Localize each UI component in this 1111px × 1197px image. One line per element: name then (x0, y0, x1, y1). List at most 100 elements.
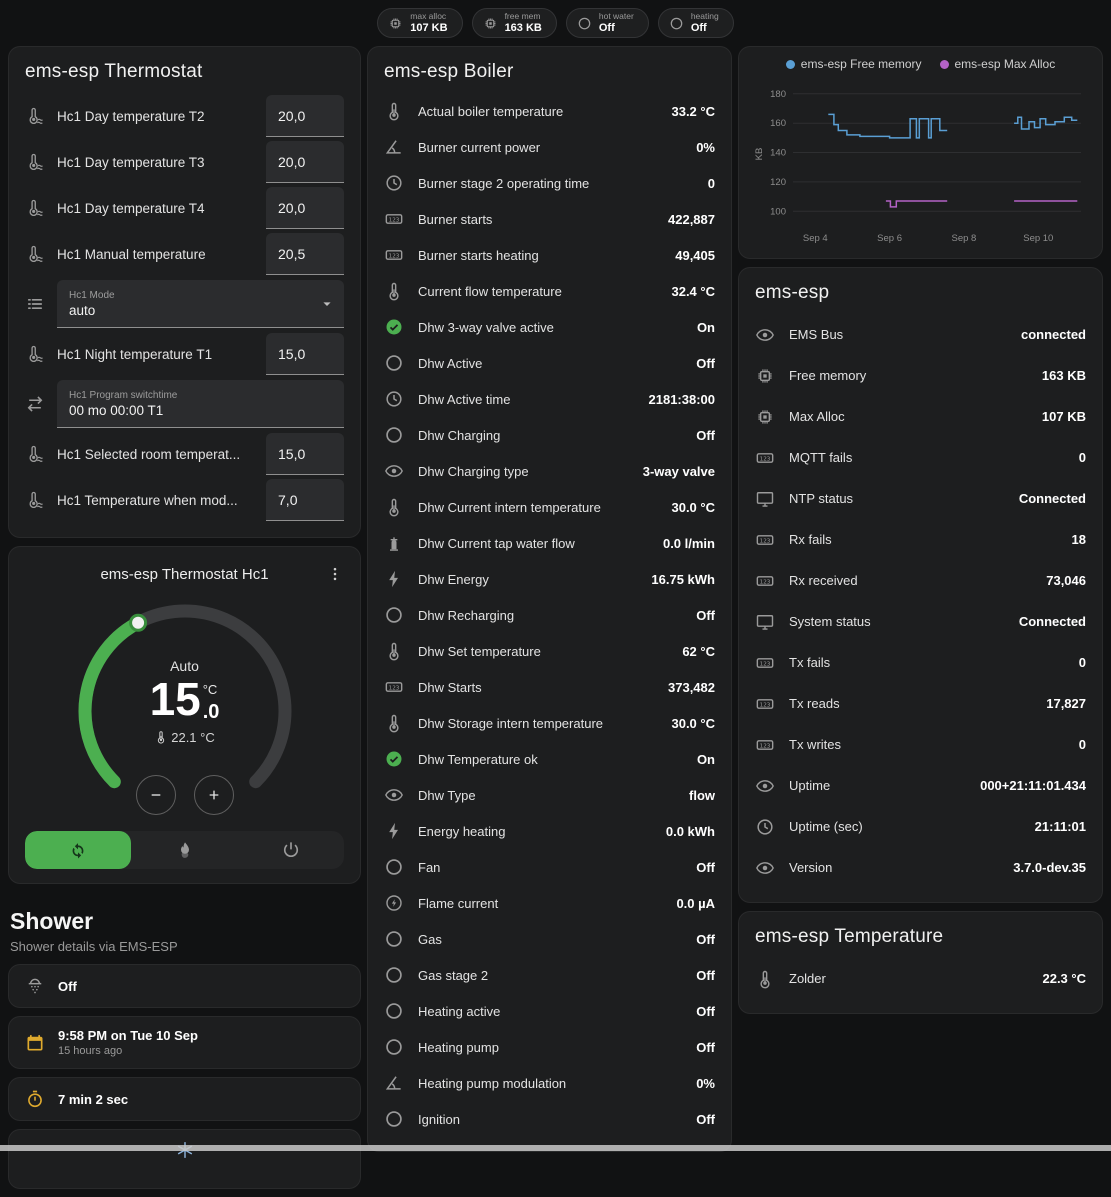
entity-row[interactable]: Tx fails 0 (755, 642, 1086, 683)
entity-row[interactable]: Dhw 3-way valve active On (384, 309, 715, 345)
thermostat-control-row: Hc1 Day temperature T3 20,0 Hc1 Day temp… (25, 139, 344, 185)
dial-handle[interactable] (130, 615, 145, 630)
entity-row[interactable]: Burner starts heating 49,405 (384, 237, 715, 273)
entity-row[interactable]: Zolder 22.3 °C (755, 958, 1086, 999)
entity-row[interactable]: Energy heating 0.0 kWh (384, 813, 715, 849)
entity-label: Uptime (sec) (789, 819, 1021, 834)
entity-label: Uptime (789, 778, 966, 793)
svg-text:Sep 6: Sep 6 (877, 233, 902, 244)
entity-row[interactable]: System status Connected (755, 601, 1086, 642)
entity-row[interactable]: EMS Bus connected (755, 314, 1086, 355)
entity-row[interactable]: Dhw Current tap water flow 0.0 l/min (384, 525, 715, 561)
entity-row[interactable]: Dhw Temperature ok On (384, 741, 715, 777)
value-input[interactable]: 20,0 (266, 141, 344, 183)
entity-row[interactable]: Rx fails 18 (755, 519, 1086, 560)
entity-value: Off (696, 356, 715, 371)
eye-icon (384, 461, 404, 481)
entity-value: 30.0 °C (671, 500, 715, 515)
card-title: ems-esp Thermostat (25, 61, 344, 83)
entity-row[interactable]: Dhw Starts 373,482 (384, 669, 715, 705)
horizontal-scrollbar[interactable] (0, 1145, 1111, 1151)
entity-label: Dhw Type (418, 788, 675, 803)
status-badge[interactable]: heating Off (658, 8, 734, 38)
entity-row[interactable]: Uptime (sec) 21:11:01 (755, 806, 1086, 847)
entity-label: Rx fails (789, 532, 1058, 547)
entity-label: Dhw Active (418, 356, 682, 371)
entity-row[interactable]: Dhw Active time 2181:38:00 (384, 381, 715, 417)
entity-row[interactable]: Tx reads 17,827 (755, 683, 1086, 724)
entity-value: Off (696, 1040, 715, 1055)
entity-row[interactable]: Version 3.7.0-dev.35 (755, 847, 1086, 888)
status-badge[interactable]: hot water Off (566, 8, 649, 38)
value-input[interactable]: 20,5 (266, 233, 344, 275)
entity-value: 49,405 (675, 248, 715, 263)
entity-label: Free memory (789, 368, 1028, 383)
hvac-mode-button[interactable] (131, 831, 237, 869)
entity-row[interactable]: Ignition Off (384, 1101, 715, 1137)
status-badge[interactable]: max alloc 107 KB (377, 8, 462, 38)
entity-row[interactable]: Dhw Current intern temperature 30.0 °C (384, 489, 715, 525)
shower-last-time: 9:58 PM on Tue 10 Sep (58, 1028, 198, 1043)
entity-row[interactable]: Dhw Set temperature 62 °C (384, 633, 715, 669)
entity-row[interactable]: Burner current power 0% (384, 129, 715, 165)
entity-row[interactable]: Heating pump Off (384, 1029, 715, 1065)
card-title: ems-esp Thermostat Hc1 (100, 566, 268, 583)
entity-row[interactable]: Fan Off (384, 849, 715, 885)
entity-row[interactable]: Heating active Off (384, 993, 715, 1029)
entity-row[interactable]: Dhw Recharging Off (384, 597, 715, 633)
circle-o-icon (384, 929, 404, 949)
value-input[interactable]: 7,0 (266, 479, 344, 521)
legend-item[interactable]: ems-esp Free memory (786, 57, 922, 71)
shower-state-card[interactable]: Off (8, 964, 361, 1008)
entity-value: 000+21:11:01.434 (980, 778, 1086, 793)
entity-value: 17,827 (1046, 696, 1086, 711)
temperature-increase-button[interactable] (194, 775, 234, 815)
entity-row[interactable]: Gas Off (384, 921, 715, 957)
entity-row[interactable]: MQTT fails 0 (755, 437, 1086, 478)
entity-row[interactable]: Dhw Active Off (384, 345, 715, 381)
entity-row[interactable]: Flame current 0.0 µA (384, 885, 715, 921)
entity-value: flow (689, 788, 715, 803)
entity-row[interactable]: NTP status Connected (755, 478, 1086, 519)
entity-row[interactable]: Dhw Energy 16.75 kWh (384, 561, 715, 597)
shower-last-card[interactable]: 9:58 PM on Tue 10 Sep 15 hours ago (8, 1016, 361, 1069)
entity-row[interactable]: Actual boiler temperature 33.2 °C (384, 93, 715, 129)
thermo-water-icon (25, 106, 45, 126)
entity-row[interactable]: Gas stage 2 Off (384, 957, 715, 993)
entity-row[interactable]: Dhw Charging type 3-way valve (384, 453, 715, 489)
card-menu-button[interactable] (320, 559, 350, 589)
partial-card[interactable] (8, 1129, 361, 1189)
entity-row[interactable]: Dhw Storage intern temperature 30.0 °C (384, 705, 715, 741)
clock-icon (755, 817, 775, 837)
value-input[interactable]: 20,0 (266, 95, 344, 137)
hvac-mode-button[interactable] (238, 831, 344, 869)
check-circle-icon (384, 749, 404, 769)
entity-row[interactable]: Free memory 163 KB (755, 355, 1086, 396)
entity-row[interactable]: Burner stage 2 operating time 0 (384, 165, 715, 201)
value-input[interactable]: 20,0 (266, 187, 344, 229)
entity-value: 3.7.0-dev.35 (1013, 860, 1086, 875)
entity-row[interactable]: Dhw Type flow (384, 777, 715, 813)
entity-row[interactable]: Dhw Charging Off (384, 417, 715, 453)
value-input[interactable]: 15,0 (266, 333, 344, 375)
field-value: auto (69, 303, 332, 318)
hvac-mode-button[interactable] (25, 831, 131, 869)
entity-row[interactable]: Heating pump modulation 0% (384, 1065, 715, 1101)
entity-row[interactable]: Burner starts 422,887 (384, 201, 715, 237)
entity-row[interactable]: Tx writes 0 (755, 724, 1086, 765)
value-input[interactable]: 15,0 (266, 433, 344, 475)
memory-history-chart[interactable]: 100120140160180Sep 4Sep 6Sep 8Sep 10KB (751, 73, 1092, 247)
input-value: 20,5 (278, 246, 305, 262)
entity-row[interactable]: Current flow temperature 32.4 °C (384, 273, 715, 309)
status-badge[interactable]: free mem 163 KB (472, 8, 557, 38)
legend-item[interactable]: ems-esp Max Alloc (940, 57, 1056, 71)
shower-duration-card[interactable]: 7 min 2 sec (8, 1077, 361, 1121)
badge-label: free mem (505, 12, 542, 21)
entity-row[interactable]: Rx received 73,046 (755, 560, 1086, 601)
value-field[interactable]: Hc1 Program switchtime 00 mo 00:00 T1 (57, 380, 344, 428)
entity-row[interactable]: Uptime 000+21:11:01.434 (755, 765, 1086, 806)
circle-o-icon (384, 353, 404, 373)
entity-row[interactable]: Max Alloc 107 KB (755, 396, 1086, 437)
value-field[interactable]: Hc1 Mode auto (57, 280, 344, 328)
temperature-decrease-button[interactable] (136, 775, 176, 815)
